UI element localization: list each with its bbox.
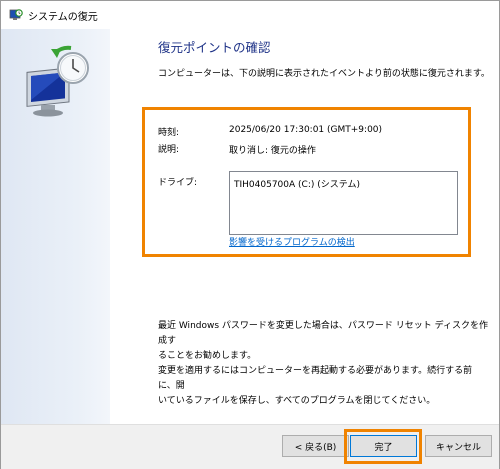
system-restore-monitor-clock-icon bbox=[26, 45, 89, 117]
time-label: 時刻: bbox=[158, 128, 180, 138]
left-banner-panel bbox=[1, 29, 110, 424]
drive-label: ドライブ: bbox=[158, 178, 198, 188]
password-note-line1: 最近 Windows パスワードを変更した場合は、パスワード リセット ディスク… bbox=[158, 321, 488, 346]
restart-note-line2: いているファイルを保存し、すべてのプログラムを閉じてください。 bbox=[158, 396, 436, 406]
finish-button[interactable]: 完了 bbox=[350, 435, 417, 457]
drive-list-item[interactable]: TIH0405700A (C:) (システム) bbox=[234, 177, 360, 190]
system-restore-window: システムの復元 復元ポイントの確認 コンピューターは、下の説明に表示されたイベン… bbox=[0, 0, 500, 469]
system-restore-icon bbox=[9, 9, 23, 20]
time-value: 2025/06/20 17:30:01 (GMT+9:00) bbox=[229, 125, 383, 135]
title-bar: システムの復元 bbox=[1, 1, 499, 29]
window-title: システムの復元 bbox=[28, 12, 98, 23]
restart-note-line1: 変更を適用するにはコンピューターを再起動する必要があります。続行する前に、開 bbox=[158, 366, 473, 391]
description-value: 取り消し: 復元の操作 bbox=[229, 146, 316, 156]
button-bar: < 戻る(B) 完了 キャンセル bbox=[1, 424, 499, 469]
page-heading: 復元ポイントの確認 bbox=[158, 40, 271, 55]
scan-affected-programs-link[interactable]: 影響を受けるプログラムの検出 bbox=[229, 235, 355, 248]
password-note: 最近 Windows パスワードを変更した場合は、パスワード リセット ディスク… bbox=[158, 319, 488, 364]
restart-note: 変更を適用するにはコンピューターを再起動する必要があります。続行する前に、開 い… bbox=[158, 364, 488, 409]
back-button[interactable]: < 戻る(B) bbox=[282, 435, 349, 457]
password-note-line2: ることをお勧めします。 bbox=[158, 351, 257, 361]
page-description: コンピューターは、下の説明に表示されたイベントより前の状態に復元されます。 bbox=[158, 69, 490, 79]
cancel-button[interactable]: キャンセル bbox=[425, 435, 492, 457]
drive-list[interactable]: TIH0405700A (C:) (システム) bbox=[229, 171, 458, 235]
content-panel: 復元ポイントの確認 コンピューターは、下の説明に表示されたイベントより前の状態に… bbox=[110, 29, 499, 424]
description-label: 説明: bbox=[158, 145, 180, 155]
